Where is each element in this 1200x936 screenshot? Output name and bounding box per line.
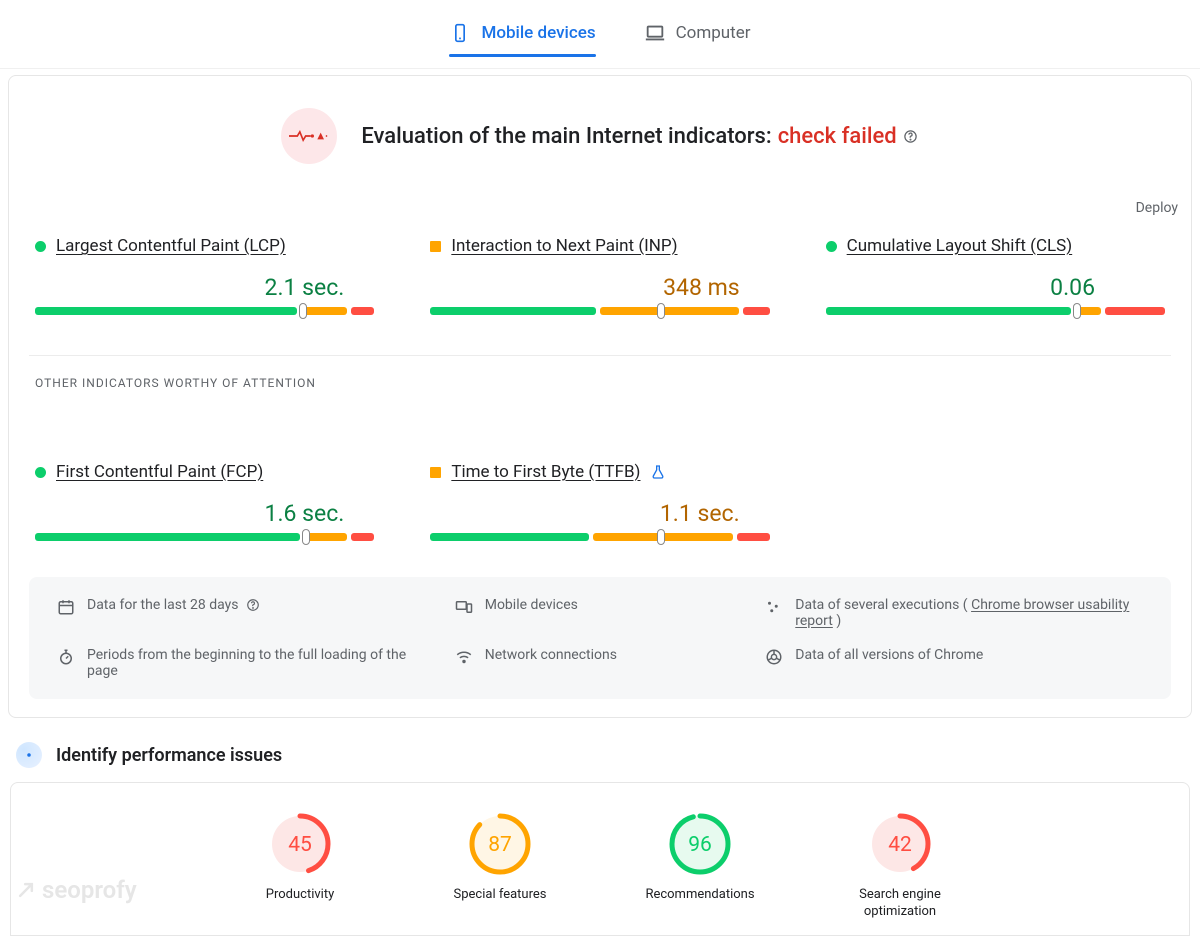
chrome-icon — [765, 648, 783, 666]
gauge-circle: 96 — [667, 811, 733, 877]
info-28days-text: Data for the last 28 days — [87, 597, 239, 613]
metric-value: 0.06 — [826, 274, 1165, 301]
core-metrics-grid: Largest Contentful Paint (LCP) 2.1 sec. In… — [29, 236, 1171, 315]
metric-value: 2.1 sec. — [35, 274, 374, 301]
gauge[interactable]: 42Search engine optimization — [840, 811, 960, 921]
tab-computer-label: Computer — [676, 23, 751, 43]
deploy-link[interactable]: Deploy — [1136, 200, 1178, 216]
gauge-label: Productivity — [266, 887, 334, 904]
flask-icon — [650, 464, 666, 480]
scatter-icon — [765, 598, 783, 616]
metric-bar — [430, 533, 769, 541]
metric-value: 348 ms — [430, 274, 769, 301]
status-indicator — [826, 241, 837, 252]
devices-icon — [455, 598, 473, 616]
info-network: Network connections — [455, 647, 746, 679]
tab-mobile[interactable]: Mobile devices — [449, 22, 595, 56]
calendar-icon — [57, 598, 75, 616]
laptop-icon — [644, 22, 666, 44]
metric: Time to First Byte (TTFB) 1.1 sec. — [430, 462, 769, 541]
help-icon[interactable] — [903, 128, 919, 144]
info-mobile: Mobile devices — [455, 597, 746, 629]
info-all-chrome-text: Data of all versions of Chrome — [795, 647, 983, 663]
metric-name[interactable]: Largest Contentful Paint (LCP) — [56, 236, 286, 256]
status-indicator — [35, 241, 46, 252]
identify-section: Identify performance issues 45 Productivi… — [10, 742, 1190, 936]
stopwatch-icon — [57, 648, 75, 666]
gauges-row: 45 Productivity 87 Special features 96 Recomm… — [31, 811, 1169, 921]
metric: Largest Contentful Paint (LCP) 2.1 sec. — [35, 236, 374, 315]
metric-name[interactable]: Time to First Byte (TTFB) — [451, 462, 640, 482]
mobile-icon — [449, 22, 471, 44]
paren-close: ) — [836, 613, 841, 629]
info-network-text: Network connections — [485, 647, 617, 663]
watermark: seoprofy — [16, 876, 137, 904]
gauge[interactable]: 96 Recommendations — [640, 811, 760, 921]
gauge-circle: 42 — [867, 811, 933, 877]
info-all-chrome: Data of all versions of Chrome — [765, 647, 1143, 679]
tab-mobile-label: Mobile devices — [481, 23, 595, 43]
svg-text:42: 42 — [888, 833, 912, 857]
info-periods: Periods from the beginning to the full l… — [57, 647, 435, 679]
info-28days: Data for the last 28 days — [57, 597, 435, 629]
metric-value: 1.1 sec. — [430, 500, 769, 527]
metric-marker — [302, 529, 310, 545]
metric-marker — [657, 529, 665, 545]
info-footer: Data for the last 28 days Mobile devices… — [29, 577, 1171, 699]
evaluation-title: Evaluation of the main Internet indicato… — [361, 124, 918, 149]
core-web-vitals-card: Evaluation of the main Internet indicato… — [8, 75, 1192, 718]
svg-text:45: 45 — [288, 833, 312, 857]
gauge[interactable]: 87 Special features — [440, 811, 560, 921]
metric-marker — [1073, 303, 1081, 319]
other-metrics-grid: First Contentful Paint (FCP) 1.6 sec. Time… — [29, 462, 1171, 541]
other-indicators-label: OTHER INDICATORS WORTHY OF ATTENTION — [29, 376, 1171, 390]
metric-name[interactable]: Interaction to Next Paint (INP) — [451, 236, 677, 256]
gauge-label: Recommendations — [645, 887, 754, 904]
gauge-circle: 87 — [467, 811, 533, 877]
evaluation-title-prefix: Evaluation of the main Internet indicato… — [361, 124, 771, 149]
identify-title: Identify performance issues — [56, 745, 282, 766]
metric-marker — [657, 303, 665, 319]
status-indicator — [430, 467, 441, 478]
metric: First Contentful Paint (FCP) 1.6 sec. — [35, 462, 374, 541]
wifi-icon — [455, 648, 473, 666]
metric-bar — [35, 533, 374, 541]
tab-computer[interactable]: Computer — [644, 22, 751, 56]
status-indicator — [35, 467, 46, 478]
svg-text:96: 96 — [688, 833, 712, 857]
identify-card: 45 Productivity 87 Special features 96 Recomm… — [10, 782, 1190, 936]
metric-name[interactable]: First Contentful Paint (FCP) — [56, 462, 263, 482]
evaluation-status: check failed — [778, 124, 897, 149]
divider — [29, 355, 1171, 356]
metric: Interaction to Next Paint (INP) 348 ms — [430, 236, 769, 315]
metric-bar — [430, 307, 769, 315]
device-tabs: Mobile devices Computer — [0, 0, 1200, 69]
status-indicator — [430, 241, 441, 252]
svg-text:87: 87 — [488, 833, 512, 857]
gauge-circle: 45 — [267, 811, 333, 877]
metric-bar — [826, 307, 1165, 315]
gauge[interactable]: 45 Productivity — [240, 811, 360, 921]
gauge-label: Special features — [454, 887, 547, 904]
pulse-icon — [281, 108, 337, 164]
info-periods-text: Periods from the beginning to the full l… — [87, 647, 435, 679]
metric-value: 1.6 sec. — [35, 500, 374, 527]
info-executions: Data of several executions ( Chrome brow… — [765, 597, 1143, 629]
info-executions-text: Data of several executions ( — [795, 597, 967, 613]
metric-name[interactable]: Cumulative Layout Shift (CLS) — [847, 236, 1073, 256]
radar-icon — [16, 742, 42, 768]
metric: Cumulative Layout Shift (CLS) 0.06 — [826, 236, 1165, 315]
metric-marker — [299, 303, 307, 319]
metric-bar — [35, 307, 374, 315]
info-mobile-text: Mobile devices — [485, 597, 578, 613]
help-icon[interactable] — [245, 597, 261, 613]
